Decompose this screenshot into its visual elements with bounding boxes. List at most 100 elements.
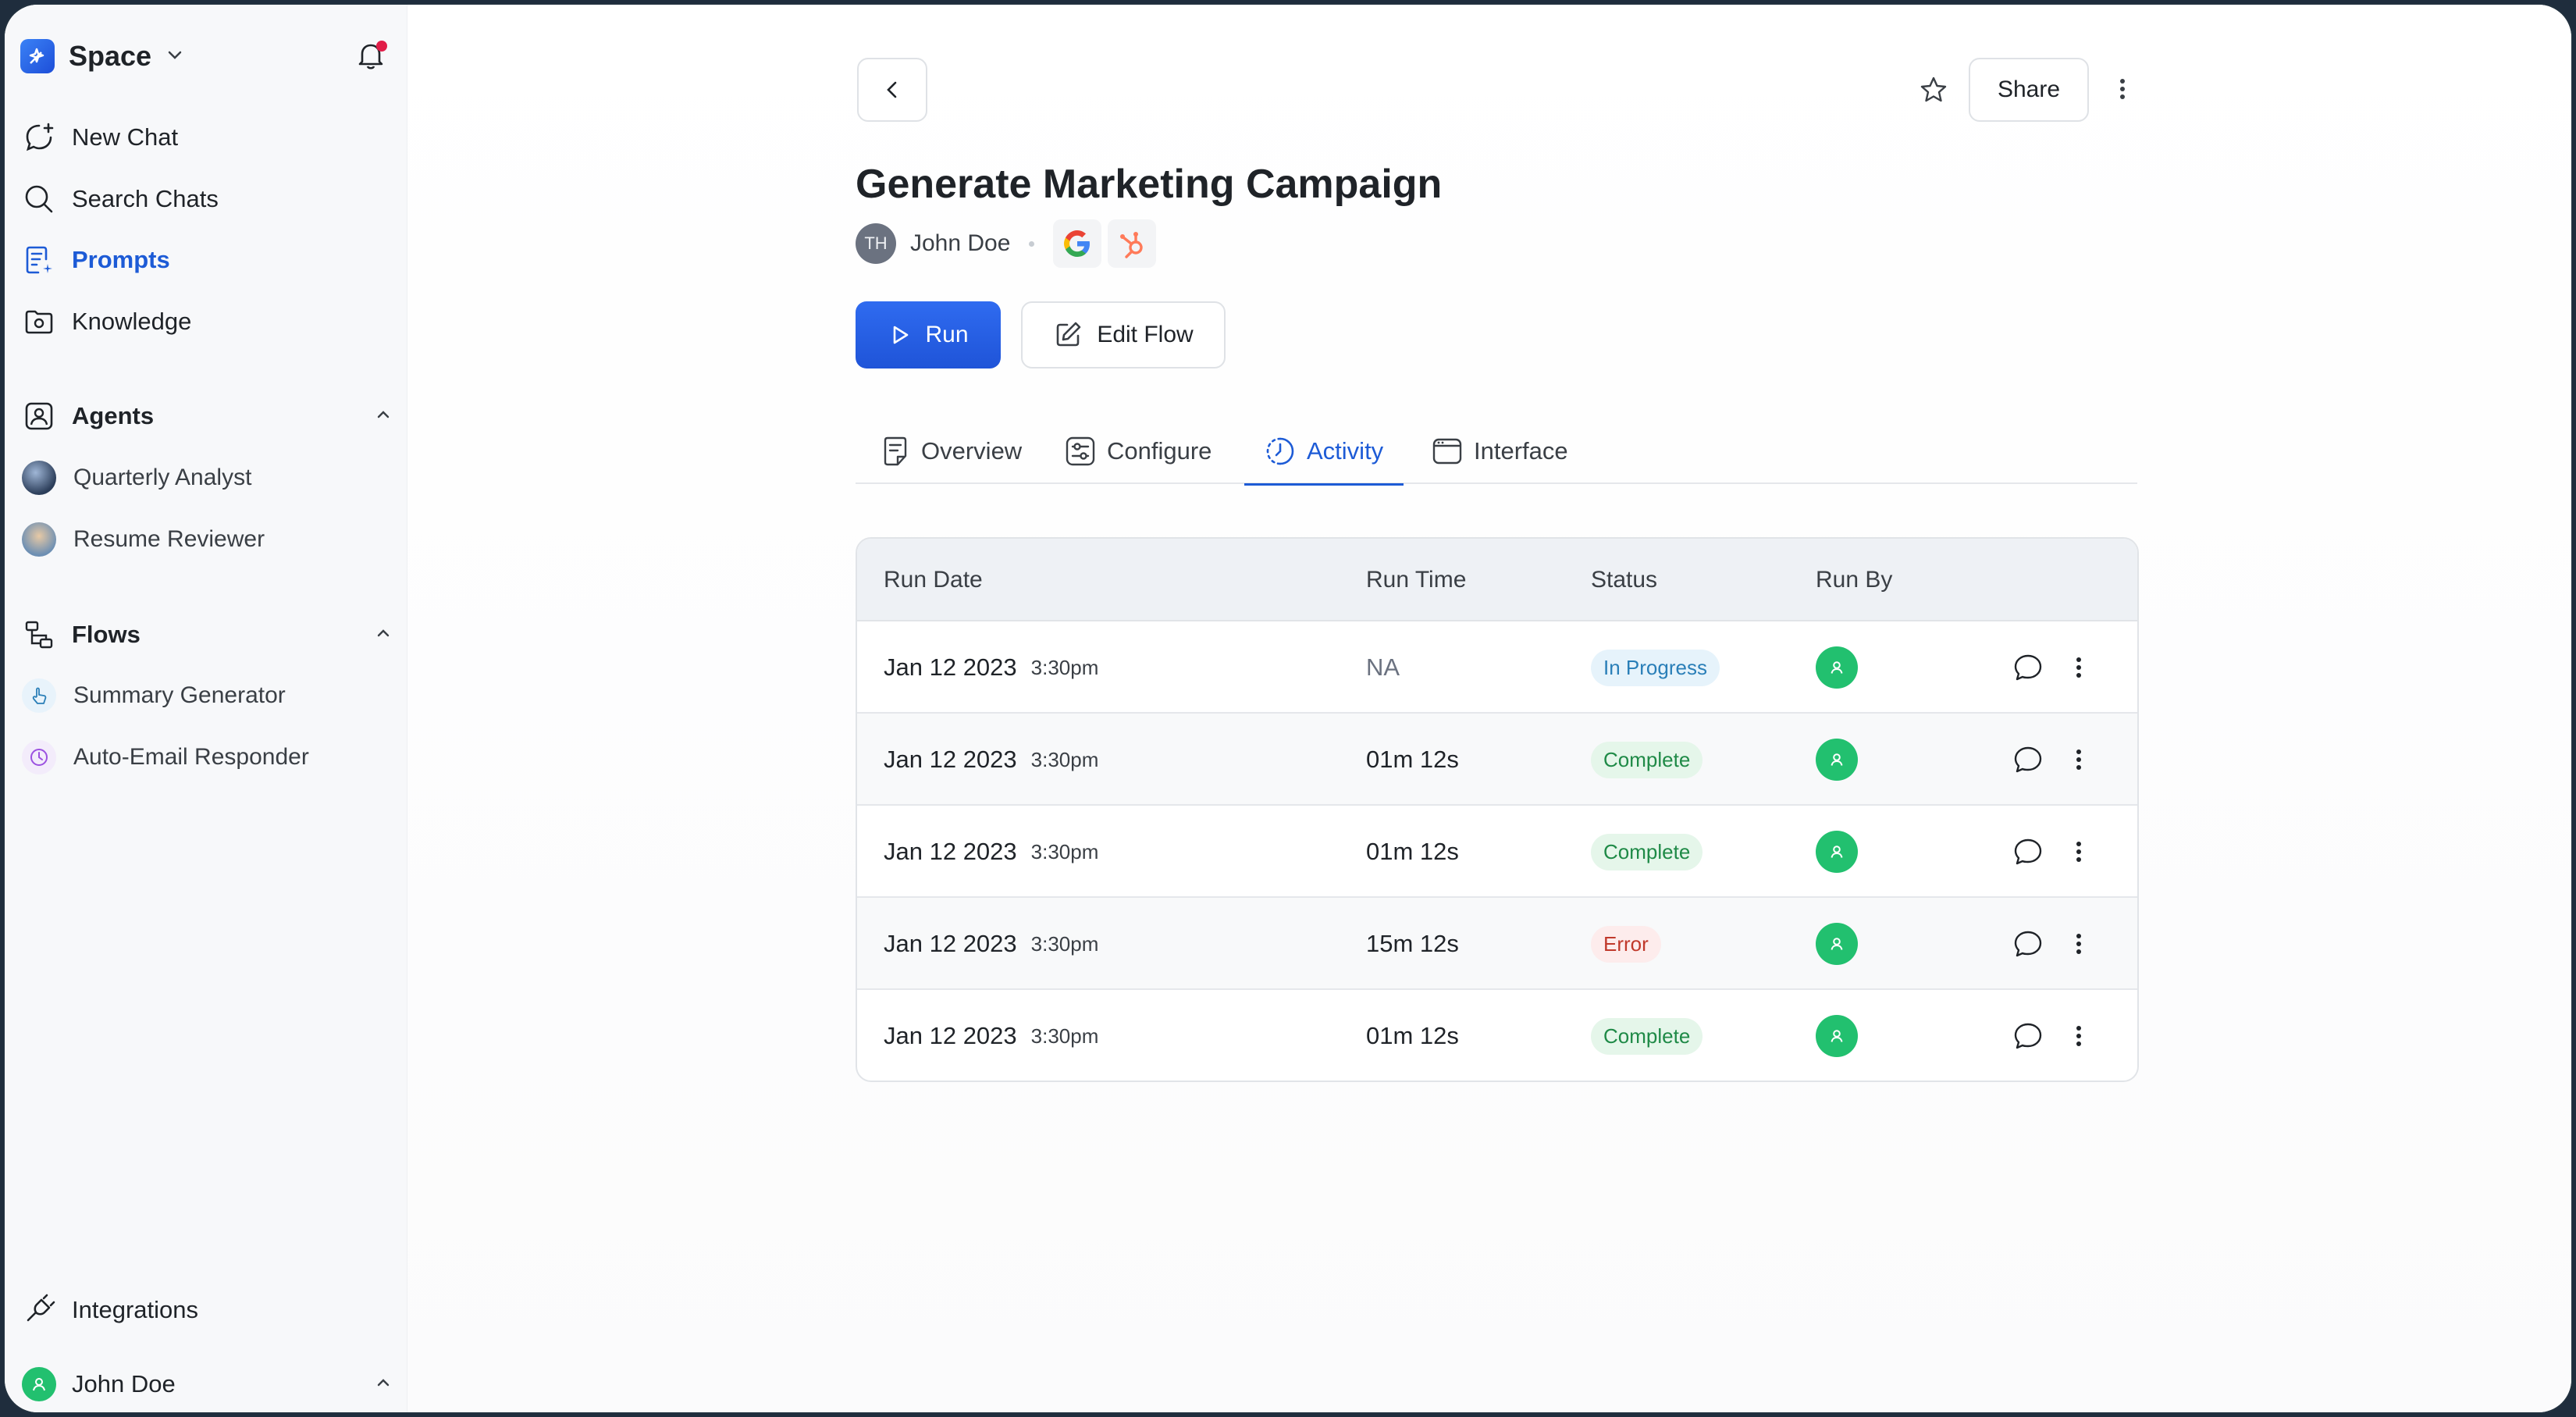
share-button[interactable]: Share <box>1969 58 2089 122</box>
run-time-of-day: 3:30pm <box>1030 1024 1099 1048</box>
agent-item-resume-reviewer[interactable]: Resume Reviewer <box>22 520 265 559</box>
status-badge: Error <box>1591 925 1661 963</box>
table-row[interactable]: Jan 12 2023 3:30pm 01m 12s Complete <box>857 990 2137 1081</box>
tab-overview[interactable]: Overview <box>881 418 1022 484</box>
status-badge: In Progress <box>1591 649 1720 686</box>
page-title: Generate Marketing Campaign <box>856 162 1443 207</box>
row-more-icon[interactable] <box>2075 898 2083 990</box>
run-duration: NA <box>1366 653 1400 681</box>
row-more-icon[interactable] <box>2075 806 2083 898</box>
nav-integrations[interactable]: Integrations <box>22 1291 198 1330</box>
flows-icon <box>22 618 56 652</box>
knowledge-icon <box>22 304 56 339</box>
table-header: Run Date Run Time Status Run By <box>857 539 2137 621</box>
edit-icon <box>1057 322 1081 347</box>
run-duration: 01m 12s <box>1366 838 1459 865</box>
nav-prompts[interactable]: Prompts <box>22 240 170 279</box>
run-duration-cell: 01m 12s <box>1366 990 1459 1081</box>
run-date-cell: Jan 12 2023 3:30pm <box>884 990 1099 1081</box>
agent-label: Quarterly Analyst <box>73 465 252 490</box>
tab-interface[interactable]: Interface <box>1432 418 1568 484</box>
user-avatar-icon[interactable] <box>1816 831 1858 873</box>
row-more-icon[interactable] <box>2075 621 2083 714</box>
chevron-up-icon[interactable] <box>375 625 392 646</box>
row-more-icon[interactable] <box>2075 714 2083 806</box>
chevron-up-icon[interactable] <box>375 406 392 427</box>
nav-new-chat[interactable]: New Chat <box>22 118 178 157</box>
column-header[interactable]: Run Date <box>884 539 983 621</box>
prompts-icon <box>22 243 56 277</box>
status-cell: Complete <box>1591 990 1703 1081</box>
user-avatar-icon[interactable] <box>1816 739 1858 781</box>
flow-label: Auto-Email Responder <box>73 744 309 770</box>
run-date-cell: Jan 12 2023 3:30pm <box>884 806 1098 898</box>
nav-knowledge[interactable]: Knowledge <box>22 302 191 341</box>
comment-icon[interactable] <box>2012 990 2044 1081</box>
edit-flow-button[interactable]: Edit Flow <box>1021 301 1226 368</box>
table-row[interactable]: Jan 12 2023 3:30pm NA In Progress <box>857 621 2137 714</box>
tab-bar: Overview Configure Activity Interface <box>856 418 2137 486</box>
google-icon[interactable] <box>1053 219 1102 268</box>
user-menu[interactable]: John Doe <box>22 1365 392 1404</box>
run-date: Jan 12 2023 <box>884 653 1017 681</box>
workspace-switcher[interactable]: Space <box>20 37 184 75</box>
more-options-icon[interactable] <box>2111 73 2134 105</box>
window-icon <box>1432 438 1462 465</box>
row-more-icon[interactable] <box>2075 990 2083 1081</box>
column-header[interactable]: Run Time <box>1366 539 1466 621</box>
comment-icon[interactable] <box>2012 621 2044 714</box>
nav-label: Prompts <box>72 246 170 273</box>
user-avatar-icon[interactable] <box>1816 923 1858 965</box>
run-by-cell <box>1816 990 1858 1081</box>
search-icon <box>22 182 56 216</box>
section-title: Flows <box>72 621 141 648</box>
run-duration: 15m 12s <box>1366 930 1459 957</box>
run-time-of-day: 3:30pm <box>1030 655 1099 679</box>
space-logo-icon <box>20 39 55 73</box>
agent-item-quarterly-analyst[interactable]: Quarterly Analyst <box>22 458 251 497</box>
app-window: Space New Chat Search Chats Prompts Know… <box>3 3 2573 1414</box>
back-button[interactable] <box>857 58 927 122</box>
agents-icon <box>22 399 56 433</box>
status-cell: Error <box>1591 898 1661 990</box>
run-date: Jan 12 2023 <box>884 838 1017 865</box>
tab-label: Activity <box>1307 437 1384 465</box>
chevron-up-icon[interactable] <box>375 1374 392 1395</box>
user-avatar-icon[interactable] <box>1816 646 1858 689</box>
notification-dot <box>376 41 387 52</box>
table-row[interactable]: Jan 12 2023 3:30pm 01m 12s Complete <box>857 806 2137 898</box>
comment-icon[interactable] <box>2012 806 2044 898</box>
status-badge: Complete <box>1591 1017 1703 1055</box>
run-duration-cell: 01m 12s <box>1366 806 1459 898</box>
run-button[interactable]: Run <box>856 301 1001 368</box>
run-duration-cell: 01m 12s <box>1366 714 1459 806</box>
run-date: Jan 12 2023 <box>884 746 1017 773</box>
run-label: Run <box>925 322 969 347</box>
plug-icon <box>22 1293 56 1327</box>
table-row[interactable]: Jan 12 2023 3:30pm 01m 12s Complete <box>857 714 2137 806</box>
flow-label: Summary Generator <box>73 682 286 708</box>
table-row[interactable]: Jan 12 2023 3:30pm 15m 12s Error <box>857 898 2137 990</box>
user-avatar-icon[interactable] <box>1816 1015 1858 1057</box>
comment-icon[interactable] <box>2012 898 2044 990</box>
run-duration: 01m 12s <box>1366 1022 1459 1049</box>
tab-label: Configure <box>1107 437 1212 465</box>
column-header[interactable]: Status <box>1591 539 1657 621</box>
comment-icon[interactable] <box>2012 714 2044 806</box>
favorite-button[interactable] <box>1914 70 1953 109</box>
flow-item-summary-generator[interactable]: Summary Generator <box>22 676 286 715</box>
run-duration-cell: NA <box>1366 621 1400 714</box>
section-agents[interactable]: Agents <box>22 397 392 436</box>
flow-item-auto-email-responder[interactable]: Auto-Email Responder <box>22 738 309 777</box>
notifications-button[interactable] <box>353 37 389 73</box>
agent-avatar <box>22 522 56 557</box>
nav-search-chats[interactable]: Search Chats <box>22 180 219 219</box>
sliders-icon <box>1066 436 1095 466</box>
section-flows[interactable]: Flows <box>22 615 392 654</box>
column-header[interactable]: Run By <box>1816 539 1892 621</box>
tab-activity[interactable]: Activity <box>1244 418 1404 486</box>
hubspot-icon[interactable] <box>1108 219 1157 268</box>
tab-configure[interactable]: Configure <box>1065 418 1212 484</box>
tab-label: Interface <box>1474 437 1568 465</box>
user-name: John Doe <box>72 1370 176 1397</box>
